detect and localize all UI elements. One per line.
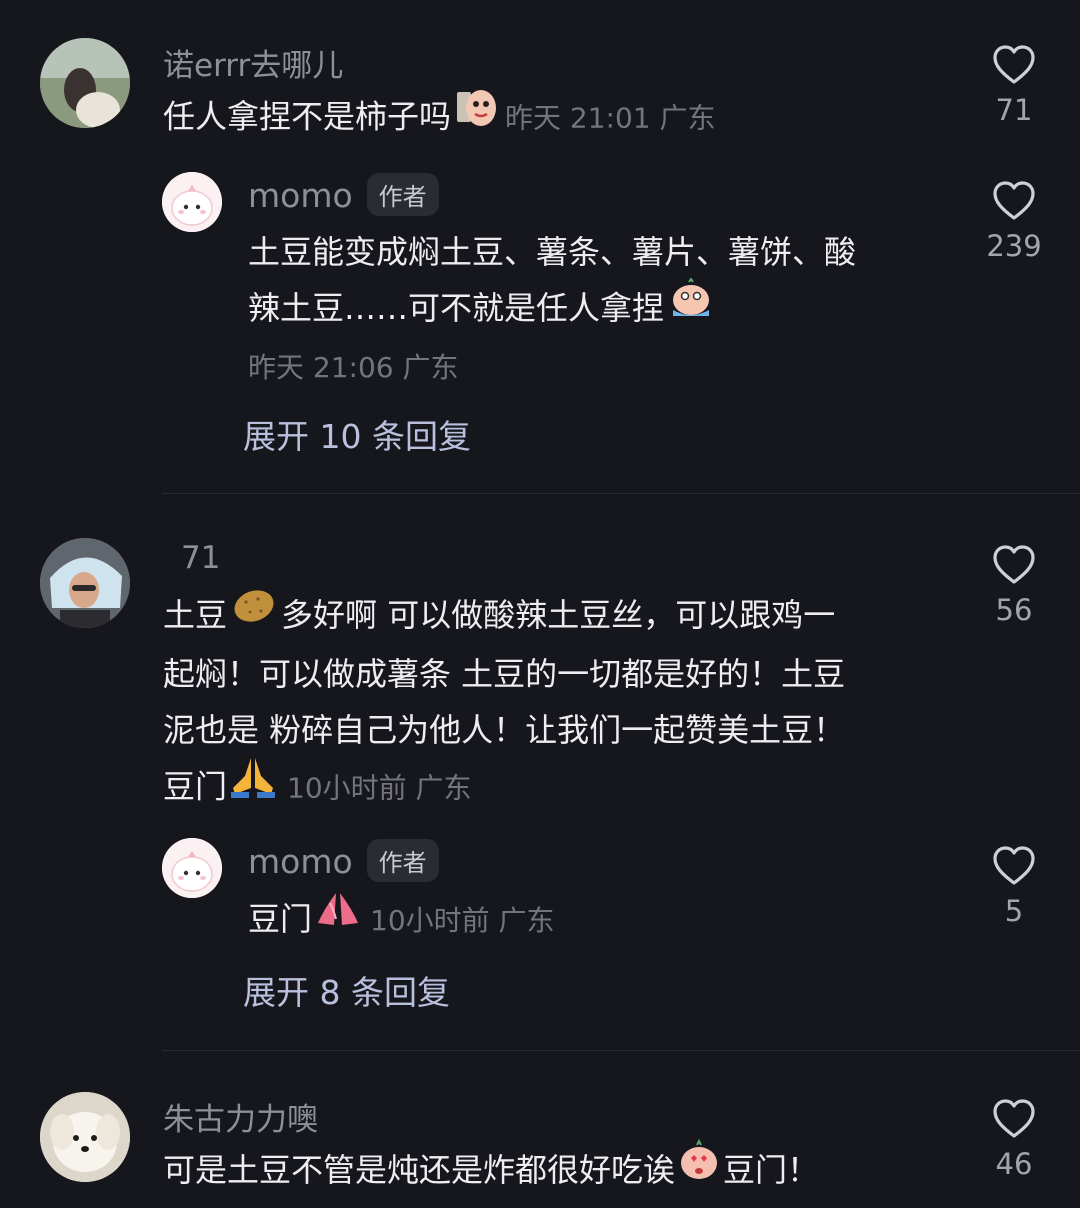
- reply-time: 昨天 21:06 广东: [248, 351, 459, 384]
- potato-emoji: [231, 585, 277, 642]
- reply-text-content: 豆门: [248, 900, 313, 938]
- author-badge: 作者: [366, 839, 439, 882]
- heart-outline-icon: [993, 846, 1035, 885]
- praying-hands-emoji: [229, 754, 277, 815]
- reply-username[interactable]: momo 作者: [248, 839, 439, 885]
- comment-text-line: 起焖！可以做成薯条 土豆的一切都是好的！土豆: [163, 654, 846, 693]
- heart-eyes-emoji: [677, 1138, 721, 1198]
- reply-username-text: momo: [248, 842, 353, 881]
- divider: [162, 493, 1080, 494]
- comment-text-content: 可是土豆不管是炖还是炸都很好吃诶: [163, 1151, 676, 1189]
- like-button[interactable]: 5: [969, 845, 1059, 928]
- comment-text: 土豆 多好啊 可以做酸辣土豆丝，可以跟鸡一 起焖！可以做成薯条 土豆的一切都是好…: [163, 587, 845, 819]
- comment-time: 10小时前 广东: [287, 771, 472, 804]
- reply-text-line: 辣土豆……可不就是任人拿捏: [248, 276, 856, 339]
- comment-text-content: 土豆: [163, 596, 228, 634]
- divider: [162, 1050, 1080, 1051]
- user-avatar[interactable]: [40, 38, 130, 128]
- like-count: 46: [995, 1147, 1033, 1181]
- comment-username[interactable]: 朱古力力噢: [163, 1094, 318, 1139]
- user-avatar[interactable]: [40, 538, 130, 628]
- reply-username[interactable]: momo 作者: [248, 173, 439, 219]
- like-count: 71: [995, 93, 1033, 127]
- reply-text: 土豆能变成焖土豆、薯条、薯片、薯饼、酸 辣土豆……可不就是任人拿捏: [248, 224, 856, 339]
- comment-text-line: 泥也是 粉碎自己为他人！让我们一起赞美土豆！: [163, 710, 846, 749]
- comment-username[interactable]: 71: [181, 540, 220, 576]
- user-avatar[interactable]: [40, 1092, 130, 1182]
- like-count: 5: [1004, 894, 1024, 928]
- reply-text-content: 辣土豆……可不就是任人拿捏: [248, 289, 665, 327]
- heart-outline-icon: [993, 1099, 1035, 1138]
- comment-text: 可是土豆不管是炖还是炸都很好吃诶 豆门！: [163, 1138, 820, 1202]
- comment-username[interactable]: 诺errr去哪儿: [163, 40, 343, 85]
- mischievous-potato-emoji: [455, 84, 499, 145]
- comment-text-content: 豆门！: [723, 1151, 820, 1189]
- reply-text-line: 土豆能变成焖土豆、薯条、薯片、薯饼、酸: [248, 233, 857, 271]
- comment-text-content: 任人拿捏不是柿子吗: [163, 97, 452, 136]
- comment-time: 昨天 21:01 广东: [505, 101, 716, 135]
- comment-text: 任人拿捏不是柿子吗 昨天 21:01 广东: [163, 88, 716, 149]
- heart-outline-icon: [993, 45, 1035, 84]
- reply-avatar[interactable]: [162, 172, 222, 232]
- like-button[interactable]: 239: [969, 180, 1059, 263]
- like-button[interactable]: 56: [969, 544, 1059, 627]
- reply-avatar[interactable]: [162, 838, 222, 898]
- crying-face-emoji: [668, 276, 714, 335]
- heart-outline-icon: [993, 181, 1035, 220]
- like-button[interactable]: 46: [969, 1098, 1059, 1181]
- comment-text-line: 豆门 10小时前 广东: [163, 757, 845, 819]
- like-button[interactable]: 71: [969, 44, 1059, 127]
- expand-replies-button[interactable]: 展开 10 条回复: [243, 410, 471, 458]
- comment-text-content: 多好啊 可以做酸辣土豆丝，可以跟鸡一: [281, 596, 836, 634]
- like-count: 56: [995, 593, 1033, 627]
- pink-praying-hands-emoji: [314, 889, 362, 946]
- heart-outline-icon: [993, 545, 1035, 584]
- comment-text-content: 豆门: [163, 767, 228, 805]
- author-badge: 作者: [366, 173, 439, 216]
- like-count: 239: [986, 229, 1042, 263]
- comment-text-line: 土豆 多好啊 可以做酸辣土豆丝，可以跟鸡一: [163, 587, 845, 646]
- reply-time: 10小时前 广东: [370, 904, 555, 937]
- reply-username-text: momo: [248, 176, 353, 215]
- reply-text: 豆门 10小时前 广东: [248, 891, 555, 950]
- expand-replies-button[interactable]: 展开 8 条回复: [243, 966, 450, 1014]
